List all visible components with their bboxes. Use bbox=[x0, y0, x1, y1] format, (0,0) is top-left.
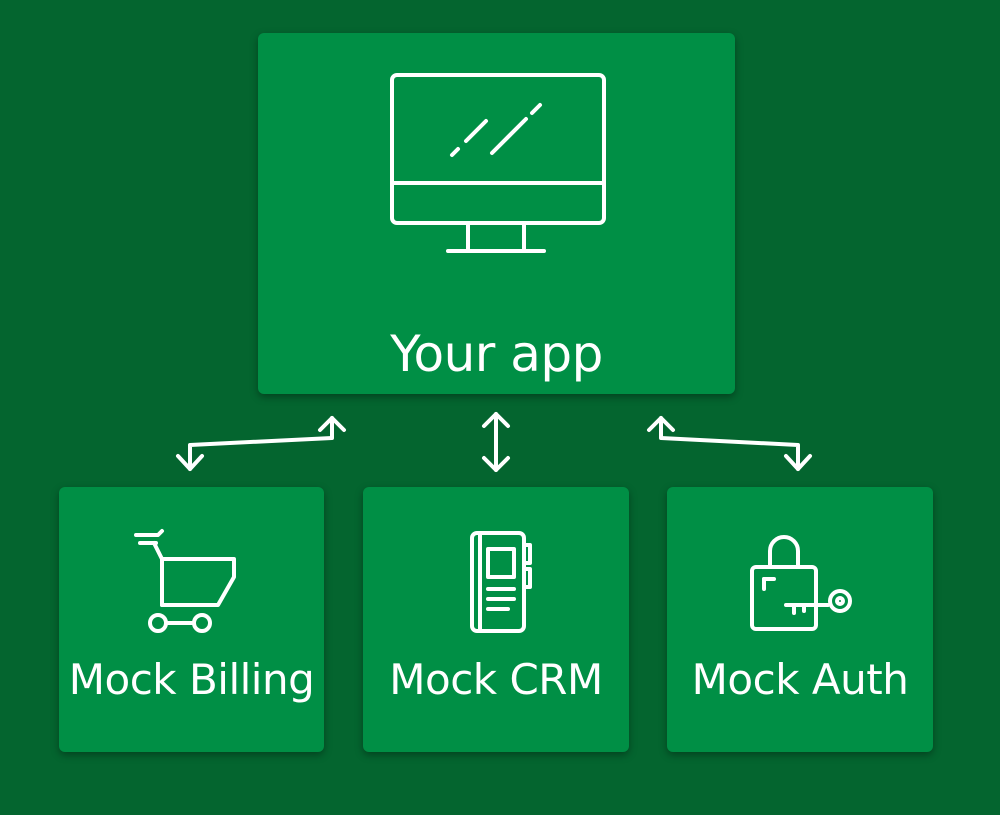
crm-card: Mock CRM bbox=[363, 487, 629, 752]
address-book-icon bbox=[470, 531, 532, 633]
crm-label: Mock CRM bbox=[389, 655, 603, 704]
auth-label: Mock Auth bbox=[691, 655, 909, 704]
connector-app-billing bbox=[188, 416, 334, 471]
billing-label: Mock Billing bbox=[68, 655, 315, 704]
shopping-cart-icon bbox=[134, 529, 236, 633]
billing-card: Mock Billing bbox=[59, 487, 324, 752]
connector-app-auth bbox=[659, 416, 800, 471]
auth-card: Mock Auth bbox=[667, 487, 933, 752]
padlock-key-icon bbox=[750, 535, 852, 631]
